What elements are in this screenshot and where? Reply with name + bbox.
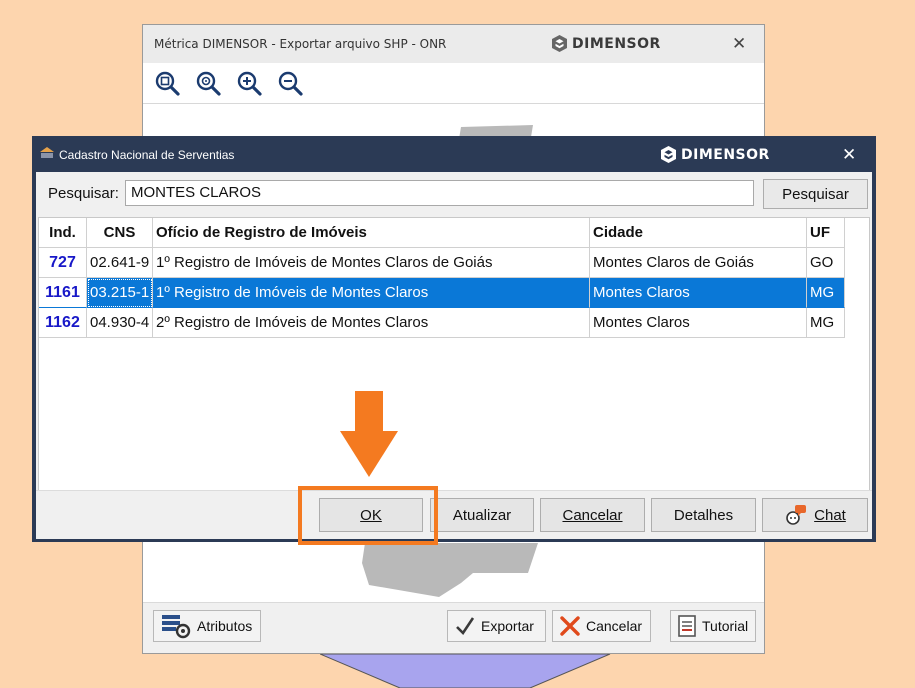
cell-uf: MG [807, 278, 845, 308]
exportar-button[interactable]: Exportar [447, 610, 546, 642]
cell-uf: MG [807, 308, 845, 338]
cell-ind-value: 727 [49, 253, 76, 271]
table-row[interactable]: 727 02.641-9 1º Registro de Imóveis de M… [39, 248, 845, 278]
dialog-titlebar[interactable]: Cadastro Nacional de Serventias DIMENSOR… [32, 136, 876, 172]
atualizar-label: Atualizar [452, 506, 512, 524]
atualizar-button[interactable]: Atualizar [430, 498, 534, 532]
dialog-dimensor-logo-text: DIMENSOR [681, 146, 770, 163]
purple-map-region [320, 654, 611, 688]
checkmark-icon [456, 617, 475, 636]
chat-bubble-icon [786, 505, 807, 525]
back-cancelar-button[interactable]: Cancelar [552, 610, 651, 642]
atributos-button[interactable]: Atributos [153, 610, 261, 642]
cell-ind-value: 1162 [45, 313, 80, 331]
exportar-label: Exportar [481, 618, 534, 634]
dialog-body: Pesquisar: MONTES CLAROS Pesquisar Ind. … [36, 172, 872, 539]
detalhes-button[interactable]: Detalhes [651, 498, 756, 532]
dialog-dimensor-logo: DIMENSOR [660, 146, 770, 163]
close-icon[interactable]: ✕ [842, 145, 856, 165]
tutorial-doc-icon [678, 615, 696, 637]
table-row[interactable]: 1162 04.930-4 2º Registro de Imóveis de … [39, 308, 845, 338]
zoom-extent-icon[interactable] [153, 69, 181, 97]
cell-cns: 03.215-1 [87, 278, 153, 308]
zoom-in-icon[interactable] [235, 69, 263, 97]
zoom-toolbar [143, 63, 764, 104]
dimensor-logo-text: DIMENSOR [572, 35, 661, 52]
attributes-gear-icon [162, 615, 191, 639]
export-window-titlebar[interactable]: Métrica DIMENSOR - Exportar arquivo SHP … [143, 25, 764, 64]
dimensor-logo: DIMENSOR [551, 35, 661, 52]
cancel-x-icon [560, 616, 580, 636]
cancelar-label: Cancelar [562, 506, 623, 524]
cell-oficio: 1º Registro de Imóveis de Montes Claros … [153, 248, 590, 278]
cell-oficio: 1º Registro de Imóveis de Montes Claros [153, 278, 590, 308]
export-window-title: Métrica DIMENSOR - Exportar arquivo SHP … [154, 37, 447, 51]
dimensor-logo-icon [661, 146, 676, 163]
cell-ind-value: 1161 [45, 283, 80, 301]
serventias-table: Ind. CNS Ofício de Registro de Imóveis C… [38, 217, 870, 491]
tutorial-label: Tutorial [702, 618, 749, 634]
column-header-oficio[interactable]: Ofício de Registro de Imóveis [153, 218, 590, 248]
search-label: Pesquisar: [48, 185, 119, 202]
column-header-cns[interactable]: CNS [87, 218, 153, 248]
search-input[interactable]: MONTES CLAROS [125, 180, 754, 206]
cancelar-button[interactable]: Cancelar [540, 498, 645, 532]
zoom-out-icon[interactable] [276, 69, 304, 97]
export-bottom-bar: Atributos Exportar Cancelar Tutorial [143, 602, 764, 653]
chat-button[interactable]: Chat [762, 498, 868, 532]
chat-label: Chat [814, 506, 846, 524]
cell-cns: 04.930-4 [87, 308, 153, 338]
tutorial-button[interactable]: Tutorial [670, 610, 756, 642]
column-header-cidade[interactable]: Cidade [590, 218, 807, 248]
dialog-app-icon [40, 147, 54, 158]
annotation-highlight-box [298, 486, 438, 545]
close-icon[interactable]: ✕ [732, 34, 746, 54]
dimensor-logo-icon [552, 35, 567, 52]
dialog-title: Cadastro Nacional de Serventias [59, 148, 235, 162]
cadastro-serventias-dialog: Cadastro Nacional de Serventias DIMENSOR… [32, 136, 876, 542]
detalhes-label: Detalhes [673, 506, 734, 524]
dialog-button-bar: OK Atualizar Cancelar Detalhes Chat [36, 490, 872, 539]
cell-ind: 727 [39, 248, 87, 278]
cell-uf: GO [807, 248, 845, 278]
pesquisar-button[interactable]: Pesquisar [763, 179, 868, 209]
column-header-uf[interactable]: UF [807, 218, 845, 248]
cell-oficio: 2º Registro de Imóveis de Montes Claros [153, 308, 590, 338]
annotation-arrow-icon [340, 391, 398, 477]
column-header-ind[interactable]: Ind. [39, 218, 87, 248]
cell-cns: 02.641-9 [87, 248, 153, 278]
table-header: Ind. CNS Ofício de Registro de Imóveis C… [39, 218, 845, 248]
cell-cidade: Montes Claros de Goiás [590, 248, 807, 278]
cell-cidade: Montes Claros [590, 308, 807, 338]
atributos-label: Atributos [197, 618, 253, 634]
cell-ind: 1162 [39, 308, 87, 338]
cell-cidade: Montes Claros [590, 278, 807, 308]
table-row-selected[interactable]: 1161 03.215-1 1º Registro de Imóveis de … [39, 278, 845, 308]
cell-ind: 1161 [39, 278, 87, 308]
zoom-center-icon[interactable] [194, 69, 222, 97]
back-cancelar-label: Cancelar [586, 618, 643, 634]
